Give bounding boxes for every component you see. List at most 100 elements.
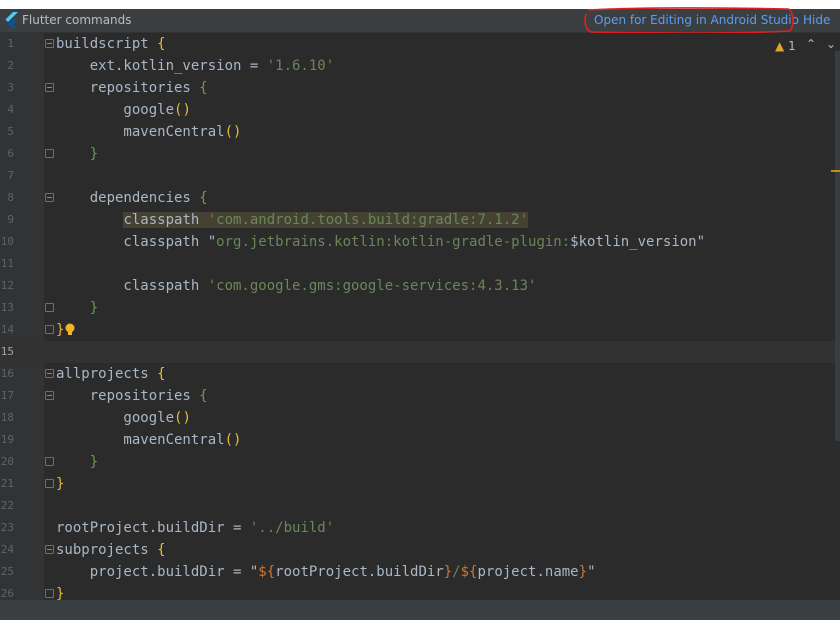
line-number: 10 <box>0 235 14 248</box>
code-text: ext.kotlin_version = '1.6.10' <box>56 58 335 74</box>
line-number: 11 <box>0 257 14 270</box>
code-text: repositories { <box>56 388 208 404</box>
code-text: allprojects { <box>56 366 166 382</box>
code-text: rootProject.buildDir = '../build' <box>56 520 335 536</box>
code-line[interactable]: 24 subprojects { <box>0 539 840 561</box>
code-line[interactable]: 26} <box>0 583 840 600</box>
line-number: 12 <box>0 279 14 292</box>
lightbulb-icon[interactable] <box>65 323 75 337</box>
line-number: 1 <box>7 37 14 50</box>
code-line[interactable]: 3 repositories { <box>0 77 840 99</box>
code-line[interactable]: 9 classpath 'com.android.tools.build:gra… <box>0 209 840 231</box>
code-text: } <box>56 476 65 492</box>
line-number: 23 <box>0 521 14 534</box>
line-number: 8 <box>7 191 14 204</box>
fold-marker-icon[interactable] <box>45 589 54 598</box>
line-number: 19 <box>0 433 14 446</box>
code-line[interactable]: 21} <box>0 473 840 495</box>
line-number: 6 <box>7 147 14 160</box>
hide-link[interactable]: Hide <box>803 13 830 27</box>
line-number: 26 <box>0 587 14 600</box>
notification-bar: Flutter commands Open for Editing in And… <box>0 9 840 33</box>
fold-marker-icon[interactable] <box>45 149 54 158</box>
fold-marker-icon[interactable] <box>45 391 54 400</box>
line-number: 16 <box>0 367 14 380</box>
warning-count: 1 <box>788 39 796 53</box>
code-text: dependencies { <box>56 190 208 206</box>
code-text: google() <box>56 410 191 426</box>
fold-marker-icon[interactable] <box>45 39 54 48</box>
code-text: classpath "org.jetbrains.kotlin:kotlin-g… <box>56 234 706 250</box>
code-line[interactable]: 22 <box>0 495 840 517</box>
line-number: 21 <box>0 477 14 490</box>
code-line[interactable]: 13 } <box>0 297 840 319</box>
code-editor[interactable]: 1 buildscript { 2 ext.kotlin_version = '1.… <box>0 33 840 600</box>
code-text: mavenCentral() <box>56 432 242 448</box>
scrollbar-warning-marker[interactable] <box>831 170 840 172</box>
fold-marker-icon[interactable] <box>45 83 54 92</box>
code-line[interactable]: 1 buildscript { <box>0 33 840 55</box>
flutter-icon <box>5 12 18 28</box>
next-highlight-icon[interactable]: ⌄ <box>826 37 836 51</box>
code-line[interactable]: 2 ext.kotlin_version = '1.6.10' <box>0 55 840 77</box>
code-line[interactable]: 6 } <box>0 143 840 165</box>
line-number: 15 <box>0 345 14 358</box>
code-text: classpath 'com.android.tools.build:gradl… <box>123 212 529 228</box>
warning-icon: ▲ <box>775 39 785 53</box>
code-line[interactable]: 16 allprojects { <box>0 363 840 385</box>
line-number: 18 <box>0 411 14 424</box>
code-line[interactable]: 17 repositories { <box>0 385 840 407</box>
code-line[interactable]: 14} <box>0 319 840 341</box>
line-number: 14 <box>0 323 14 336</box>
fold-marker-icon[interactable] <box>45 325 54 334</box>
code-text: } <box>56 586 65 600</box>
line-number: 25 <box>0 565 14 578</box>
inspection-widget[interactable]: ▲ 1 <box>775 39 796 53</box>
fold-marker-icon[interactable] <box>45 545 54 554</box>
line-number: 17 <box>0 389 14 402</box>
line-number: 3 <box>7 81 14 94</box>
status-bar <box>0 600 840 620</box>
fold-marker-icon[interactable] <box>45 303 54 312</box>
previous-highlight-icon[interactable]: ⌃ <box>806 37 816 51</box>
line-number: 13 <box>0 301 14 314</box>
code-text: google() <box>56 102 191 118</box>
notification-title: Flutter commands <box>22 13 132 27</box>
code-line[interactable]: 12 classpath 'com.google.gms:google-serv… <box>0 275 840 297</box>
line-number: 22 <box>0 499 14 512</box>
code-line[interactable]: 25 project.buildDir = "${rootProject.bui… <box>0 561 840 583</box>
line-number: 20 <box>0 455 14 468</box>
window-top-strip <box>0 0 840 9</box>
code-line[interactable]: 8 dependencies { <box>0 187 840 209</box>
code-line[interactable]: 4 google() <box>0 99 840 121</box>
code-line[interactable]: 7 <box>0 165 840 187</box>
line-number: 9 <box>7 213 14 226</box>
fold-marker-icon[interactable] <box>45 369 54 378</box>
code-text: } <box>89 454 99 470</box>
line-number: 2 <box>7 59 14 72</box>
code-text: } <box>89 146 99 162</box>
fold-marker-icon[interactable] <box>45 479 54 488</box>
fold-marker-icon[interactable] <box>45 457 54 466</box>
code-line[interactable]: 19 mavenCentral() <box>0 429 840 451</box>
code-line[interactable]: 18 google() <box>0 407 840 429</box>
line-number: 24 <box>0 543 14 556</box>
fold-marker-icon[interactable] <box>45 193 54 202</box>
line-number: 7 <box>7 169 14 182</box>
code-line[interactable]: 10 classpath "org.jetbrains.kotlin:kotli… <box>0 231 840 253</box>
code-line[interactable]: 5 mavenCentral() <box>0 121 840 143</box>
code-line[interactable]: 23 rootProject.buildDir = '../build' <box>0 517 840 539</box>
open-in-android-studio-link[interactable]: Open for Editing in Android Studio <box>594 13 799 27</box>
code-line[interactable]: 20 } <box>0 451 840 473</box>
code-text: project.buildDir = "${rootProject.buildD… <box>56 564 596 580</box>
code-text: mavenCentral() <box>56 124 242 140</box>
code-line[interactable]: 15 <box>0 341 840 363</box>
code-line[interactable]: 11 <box>0 253 840 275</box>
line-number: 4 <box>7 103 14 116</box>
code-text: } <box>89 300 99 316</box>
code-text: } <box>56 322 65 338</box>
vertical-scrollbar[interactable] <box>835 51 840 441</box>
code-text: buildscript { <box>56 36 166 52</box>
code-text: repositories { <box>56 80 208 96</box>
code-text: subprojects { <box>56 542 166 558</box>
